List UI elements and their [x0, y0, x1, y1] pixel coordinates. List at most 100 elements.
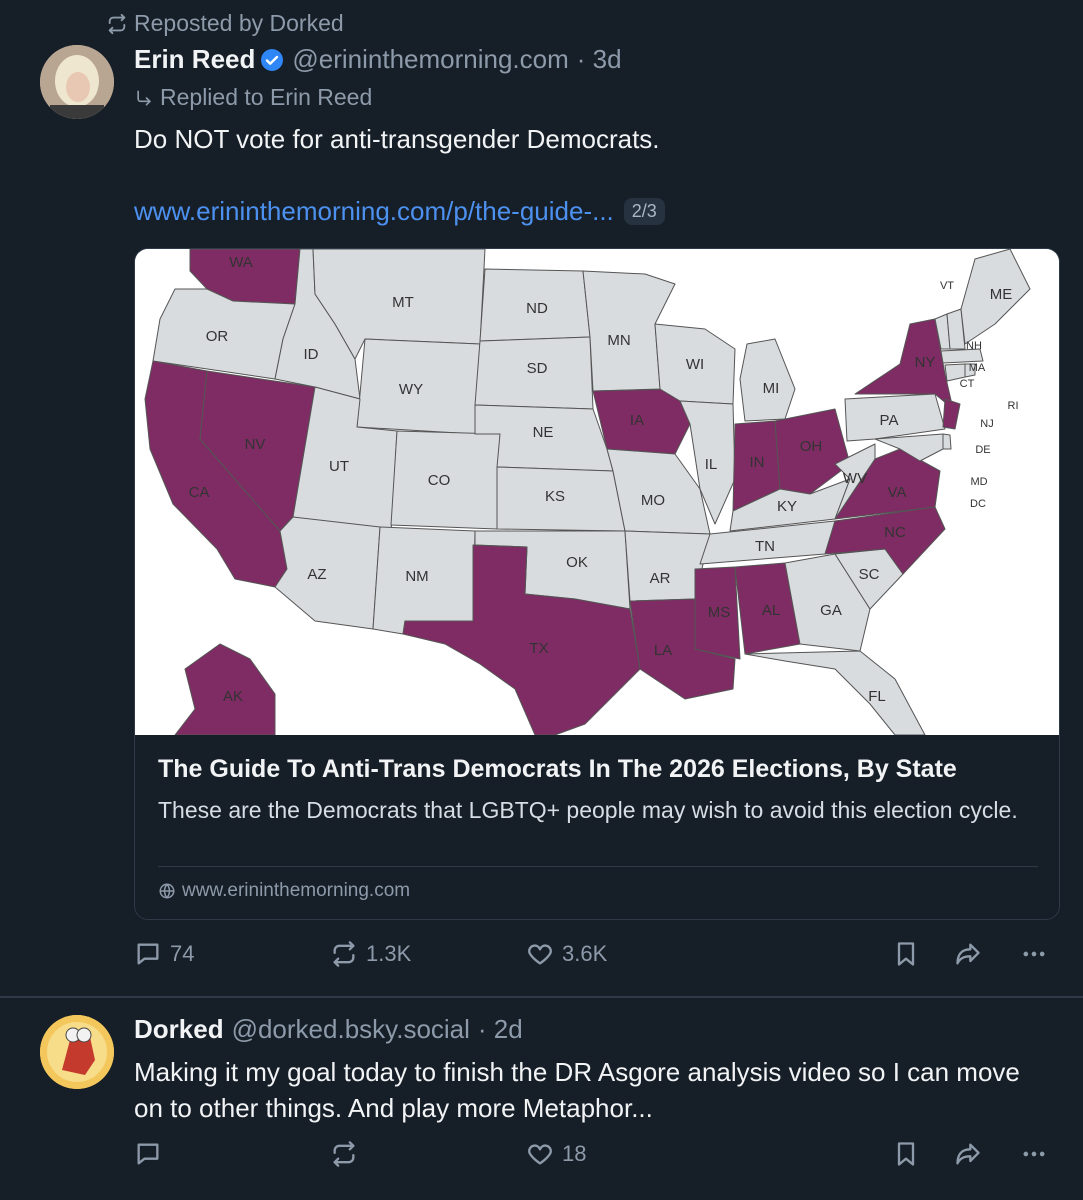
map-label-nh: NH — [966, 340, 982, 352]
post-header: Erin Reed @erininthemorning.com · 3d — [134, 44, 622, 75]
like-button[interactable]: 3.6K — [526, 940, 607, 968]
share-button[interactable] — [954, 1140, 982, 1168]
author-name[interactable]: Dorked — [134, 1014, 224, 1045]
map-label-tn: TN — [755, 538, 775, 555]
share-icon — [956, 1143, 980, 1165]
reply-count: 74 — [170, 941, 195, 966]
card-domain: www.erininthemorning.com — [182, 880, 411, 901]
map-label-mi: MI — [763, 380, 780, 397]
repost-button[interactable]: 1.3K — [330, 940, 411, 968]
map-label-va: VA — [888, 484, 907, 501]
link-card[interactable]: WA OR CA NV ID MT WY UT AZ CO NM ND SD NE KS OK TX MN IA MO… — [134, 248, 1060, 920]
more-icon — [1023, 1151, 1045, 1157]
comment-icon — [137, 1143, 159, 1165]
map-label-il: IL — [705, 456, 718, 473]
map-label-ok: OK — [566, 554, 588, 571]
bookmark-icon — [897, 942, 915, 966]
post-link[interactable]: www.erininthemorning.com/p/the-guide-... — [134, 196, 614, 227]
map-label-ia: IA — [630, 412, 644, 429]
card-description: These are the Democrats that LGBTQ+ peop… — [158, 797, 1018, 823]
map-label-nc: NC — [884, 524, 906, 541]
map-label-pa: PA — [880, 412, 899, 429]
map-label-vt: VT — [940, 280, 954, 292]
map-label-sc: SC — [859, 566, 880, 583]
map-label-ct: CT — [960, 378, 975, 390]
avatar[interactable] — [40, 1015, 114, 1089]
state-DE — [942, 433, 952, 450]
verified-icon — [261, 48, 284, 71]
map-label-ga: GA — [820, 602, 842, 619]
map-label-tx: TX — [529, 640, 548, 657]
map-label-wi: WI — [686, 356, 704, 373]
like-icon — [528, 1144, 552, 1165]
post-actions: 74 1.3K 3.6K — [134, 940, 1054, 980]
map-label-ks: KS — [545, 488, 565, 505]
repost-label: Reposted by Dorked — [134, 10, 344, 36]
card-title: The Guide To Anti-Trans Democrats In The… — [158, 755, 957, 783]
map-label-nv: NV — [245, 436, 266, 453]
post-erin-reed[interactable]: Reposted by Dorked Erin Reed @erininthem… — [0, 0, 1083, 998]
comment-icon — [137, 943, 159, 965]
map-label-ms: MS — [708, 604, 731, 621]
map-label-wa: WA — [229, 254, 253, 271]
thread-badge: 2/3 — [623, 198, 665, 225]
map-label-nj: NJ — [980, 418, 993, 430]
reply-button[interactable]: 74 — [134, 940, 194, 968]
post-actions: 18 — [134, 1140, 1054, 1180]
more-button[interactable] — [1020, 940, 1048, 968]
post-time[interactable]: · 2d — [478, 1014, 523, 1045]
map-label-dc: DC — [970, 498, 986, 510]
like-count: 18 — [562, 1141, 587, 1166]
bookmark-button[interactable] — [892, 940, 920, 968]
map-label-ak: AK — [223, 688, 243, 705]
map-label-id: ID — [304, 346, 319, 363]
map-label-wy: WY — [399, 381, 423, 398]
author-handle[interactable]: @erininthemorning.com — [292, 44, 568, 75]
map-label-ky: KY — [777, 498, 797, 515]
avatar[interactable] — [40, 45, 114, 119]
map-label-az: AZ — [307, 566, 326, 583]
map-label-ny: NY — [915, 354, 936, 371]
avatar-image — [40, 1015, 114, 1089]
author-handle[interactable]: @dorked.bsky.social — [232, 1014, 470, 1045]
author-name[interactable]: Erin Reed — [134, 44, 255, 75]
map-label-co: CO — [428, 472, 451, 489]
avatar-image — [40, 45, 114, 119]
more-icon — [1023, 951, 1045, 957]
reply-arrow-icon — [137, 90, 152, 105]
repost-icon — [333, 1141, 355, 1167]
map-label-nm: NM — [405, 568, 428, 585]
repost-indicator[interactable]: Reposted by Dorked — [106, 10, 344, 37]
map-label-wv: WV — [843, 470, 867, 487]
map-label-ut: UT — [329, 458, 349, 475]
repost-icon — [108, 13, 126, 34]
bookmark-button[interactable] — [892, 1140, 920, 1168]
map-label-ne: NE — [533, 424, 554, 441]
post-time[interactable]: · 3d — [577, 44, 622, 75]
bookmark-icon — [897, 1142, 915, 1166]
globe-icon — [159, 883, 175, 899]
map-label-nd: ND — [526, 300, 548, 317]
card-divider — [158, 866, 1038, 867]
post-text: Do NOT vote for anti-transgender Democra… — [134, 124, 660, 154]
map-image: WA OR CA NV ID MT WY UT AZ CO NM ND SD NE KS OK TX MN IA MO… — [135, 249, 1059, 735]
map-label-ca: CA — [189, 484, 210, 501]
share-button[interactable] — [954, 940, 982, 968]
more-button[interactable] — [1020, 1140, 1048, 1168]
map-label-or: OR — [206, 328, 229, 345]
map-label-in: IN — [750, 454, 765, 471]
like-button[interactable]: 18 — [526, 1140, 586, 1168]
map-label-al: AL — [762, 602, 780, 619]
repost-button[interactable] — [330, 1140, 366, 1168]
repost-count: 1.3K — [366, 941, 412, 966]
repost-icon — [333, 941, 355, 967]
reply-button[interactable] — [134, 1140, 170, 1168]
post-dorked[interactable]: Dorked @dorked.bsky.social · 2d Making i… — [0, 998, 1083, 1200]
map-label-me: ME — [990, 286, 1013, 303]
replied-to-label: Replied to Erin Reed — [160, 84, 373, 110]
map-label-ma: MA — [969, 362, 986, 374]
like-count: 3.6K — [562, 941, 608, 966]
replied-to[interactable]: Replied to Erin Reed — [134, 84, 372, 111]
map-label-mo: MO — [641, 492, 665, 509]
post-header: Dorked @dorked.bsky.social · 2d — [134, 1014, 523, 1045]
